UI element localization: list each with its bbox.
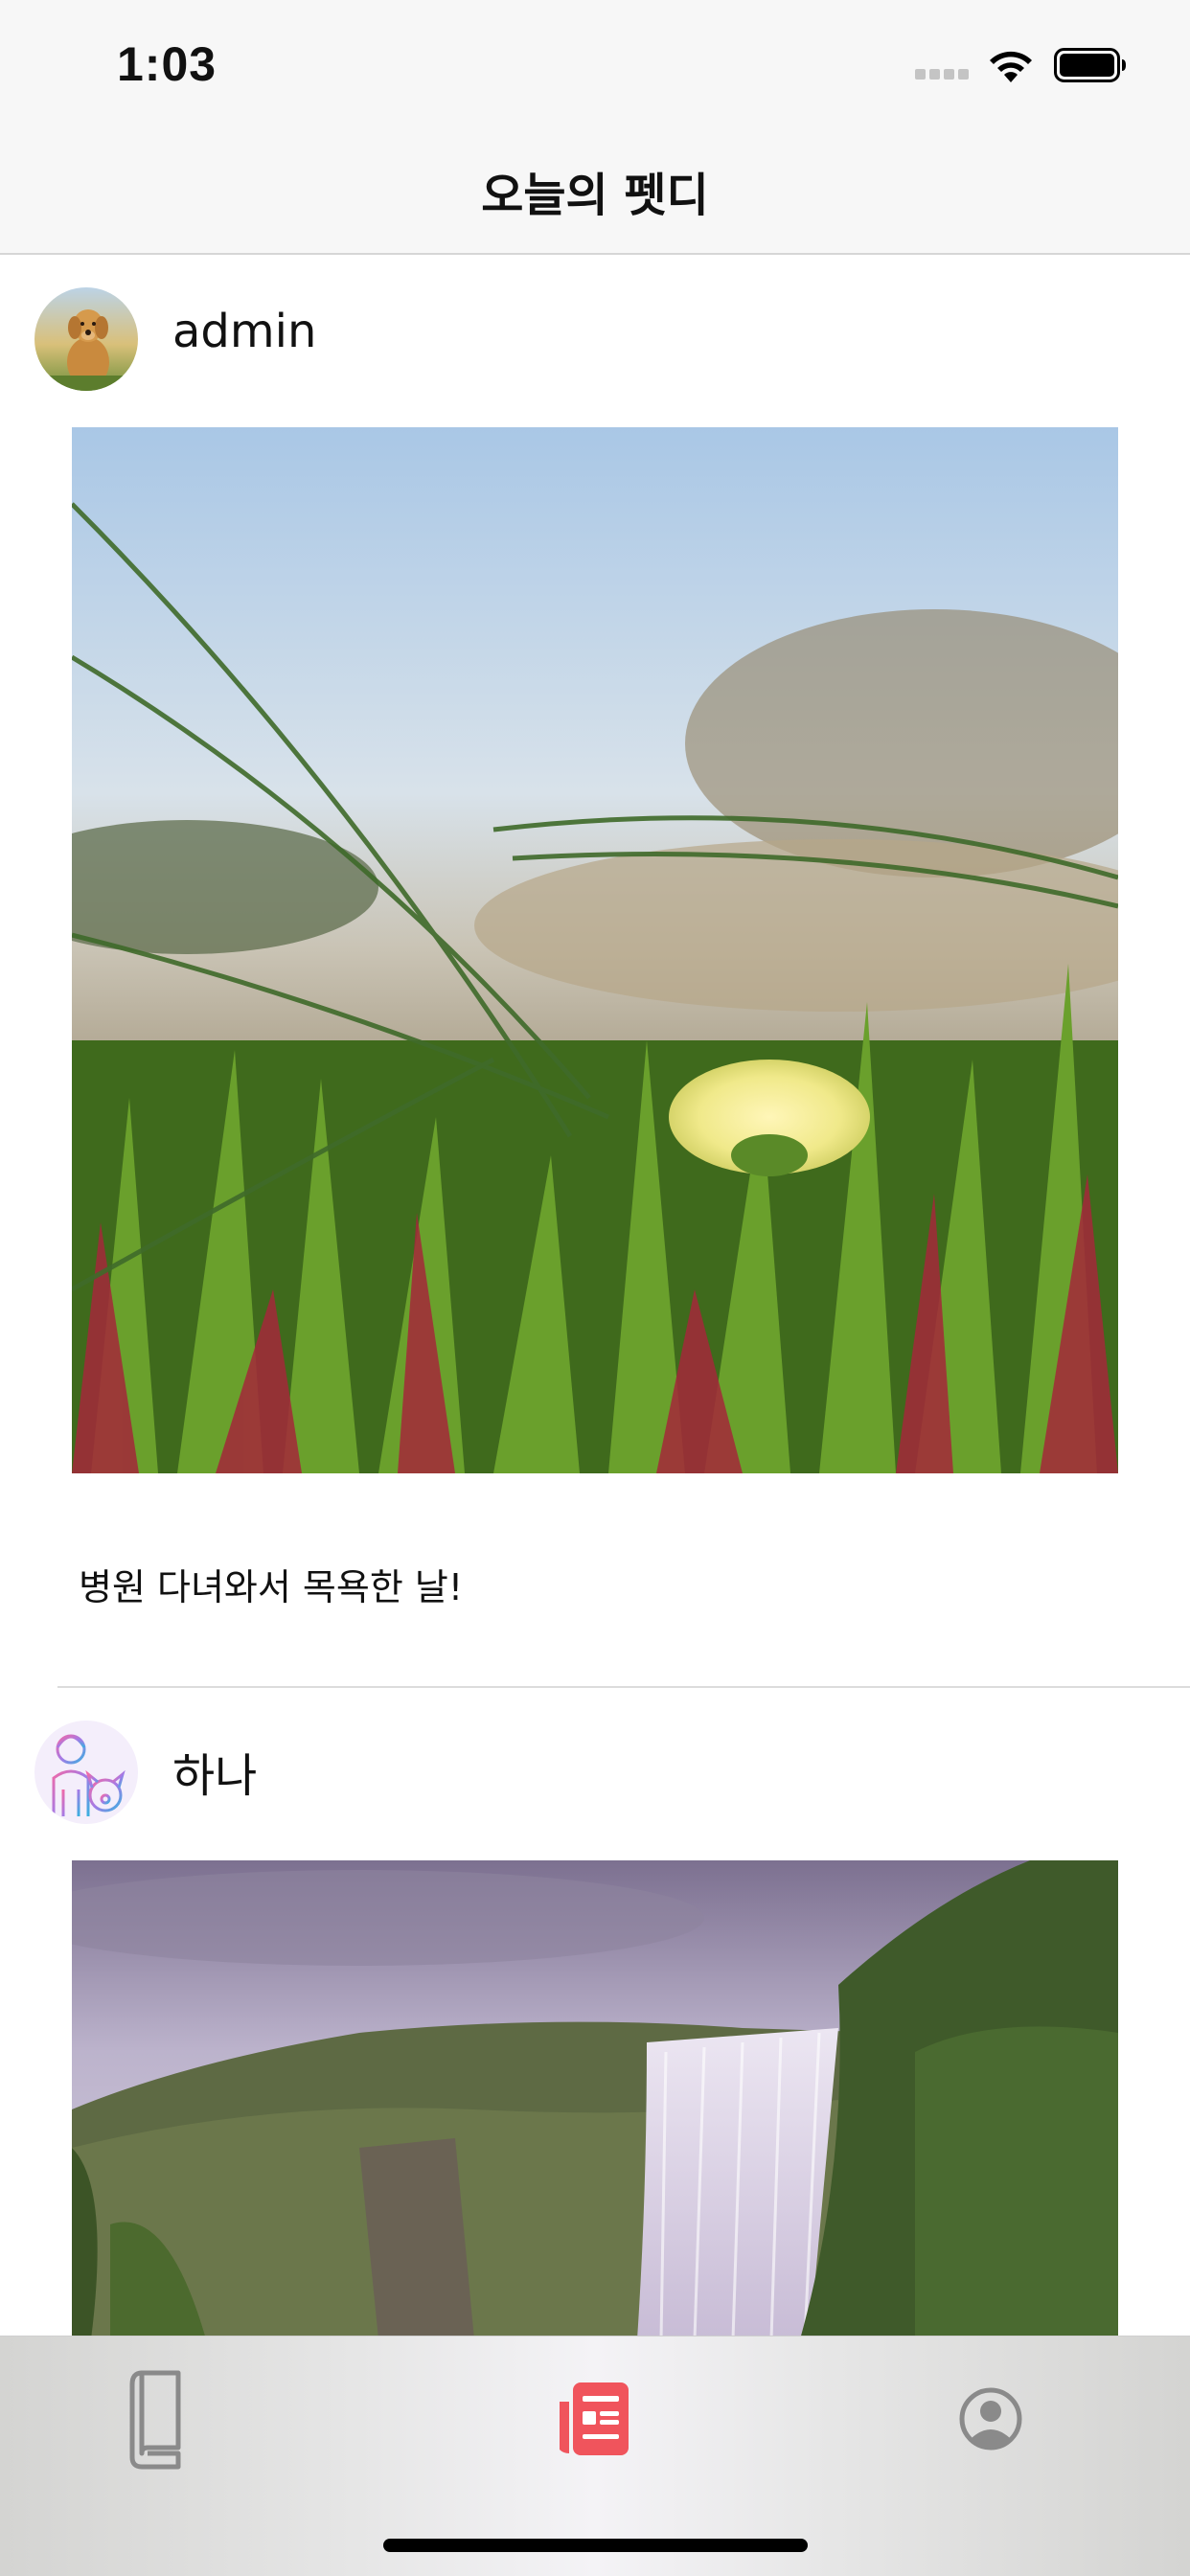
cellular-signal-icon bbox=[915, 69, 973, 82]
post-card: admin 병원 다녀와서 목욕한 날! bbox=[0, 255, 1190, 1688]
feed-list[interactable]: admin 병원 다녀와서 목욕한 날! 하나 bbox=[0, 255, 1190, 2339]
newspaper-icon bbox=[560, 2382, 629, 2455]
tab-book[interactable] bbox=[102, 2361, 293, 2476]
battery-icon bbox=[1054, 48, 1126, 82]
profile-icon bbox=[959, 2387, 1022, 2451]
post-username[interactable]: 하나 bbox=[172, 1738, 257, 1805]
post-card: 하나 bbox=[0, 1688, 1190, 2339]
post-caption: 병원 다녀와서 목욕한 날! bbox=[79, 1566, 464, 1608]
home-indicator[interactable] bbox=[383, 2539, 808, 2552]
wifi-icon bbox=[990, 51, 1032, 82]
post-header: 하나 bbox=[0, 1688, 1190, 1860]
post-header: admin bbox=[0, 255, 1190, 427]
status-time: 1:03 bbox=[117, 37, 217, 91]
book-icon bbox=[129, 2370, 181, 2470]
page-title: 오늘의 펫디 bbox=[481, 169, 709, 222]
status-bar: 1:03 bbox=[0, 0, 1190, 134]
tab-feed[interactable] bbox=[498, 2361, 690, 2476]
avatar[interactable] bbox=[34, 1721, 138, 1824]
post-photo[interactable] bbox=[72, 1860, 1118, 2339]
post-photo[interactable] bbox=[72, 427, 1118, 1473]
post-username[interactable]: admin bbox=[172, 305, 316, 358]
avatar[interactable] bbox=[34, 287, 138, 391]
navigation-bar: 오늘의 펫디 bbox=[0, 134, 1190, 255]
tab-profile[interactable] bbox=[895, 2361, 1087, 2476]
